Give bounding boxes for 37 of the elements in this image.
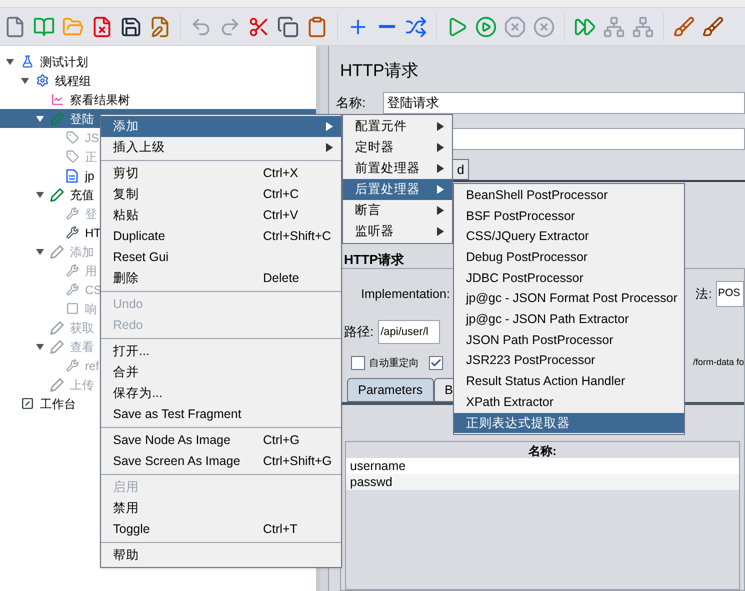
tree-label: 上传 (69, 376, 94, 394)
shortcut-label: Ctrl+Shift+G (263, 453, 332, 470)
shortcut-label: Delete (263, 270, 300, 288)
shortcut-label: Ctrl+V (263, 207, 298, 224)
tree-label: 登陆 (69, 110, 94, 128)
tree-label: jp (84, 168, 94, 184)
tree-label: 添加 (69, 244, 94, 260)
tree-label: 获取 (69, 320, 94, 336)
shortcut-label: Ctrl+Shift+C (263, 228, 332, 246)
tree-label: HT (84, 224, 101, 242)
shortcut-label: Ctrl+C (263, 186, 299, 204)
section-title: HTTP请求 (344, 251, 404, 268)
multipart-label: /form-data fo (692, 356, 744, 370)
panel-title: HTTP请求 (339, 60, 420, 82)
implementation-label: Implementation: (361, 286, 450, 303)
table-cell: passwd (346, 474, 739, 490)
name-label: 名称: (335, 94, 367, 112)
tree-label: 响 (84, 300, 97, 318)
tree-label: 察看结果树 (69, 92, 130, 108)
tree-label: 测试计划 (39, 54, 88, 70)
tree-label: 登 (84, 206, 97, 222)
tree-label: 查看 (69, 338, 94, 356)
tree-label: ref (84, 358, 100, 374)
tree-label: 充值 (69, 186, 94, 204)
tree-label: 工作台 (39, 396, 76, 412)
tree-label: 用 (84, 262, 97, 280)
tree-label: 线程组 (54, 72, 91, 90)
shortcut-label: Ctrl+G (263, 432, 300, 450)
method-label: 法: (696, 286, 712, 303)
tree-label: JS (84, 130, 100, 146)
table-cell: username (346, 458, 739, 474)
path-label: 路径: (344, 323, 374, 342)
shortcut-label: Ctrl+T (263, 521, 298, 538)
shortcut-label: Ctrl+X (263, 165, 298, 182)
checkbox-label: 自动重定向 (369, 356, 419, 370)
column-header: 名称: (527, 443, 558, 458)
tree-label: 正 (84, 148, 97, 166)
